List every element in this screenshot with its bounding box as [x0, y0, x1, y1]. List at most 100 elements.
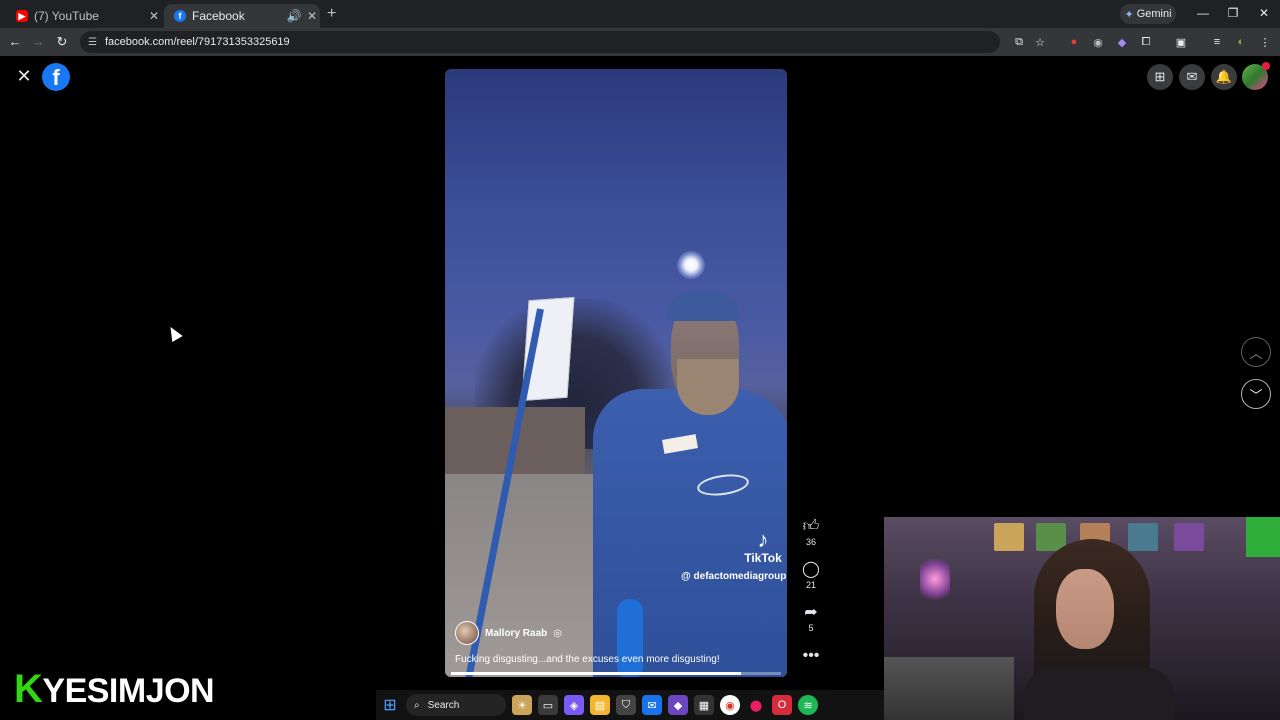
menu-grid-icon[interactable]: ⊞ [1147, 64, 1173, 90]
comment-icon: ◯ [802, 561, 820, 578]
thumbs-up-icon: 👍︎ [802, 518, 820, 535]
gemini-icon: ✦ [1124, 8, 1134, 21]
creator-name[interactable]: Mallory Raab [485, 628, 547, 639]
forward-button[interactable]: → [30, 34, 46, 49]
messenger-icon[interactable]: ✉ [1179, 64, 1205, 90]
store-icon[interactable]: ⛉ [616, 695, 636, 715]
back-button[interactable]: ← [7, 34, 23, 49]
extension-grey-icon[interactable]: ◉ [1091, 35, 1105, 49]
reel-caption: Fucking disgusting...and the excuses eve… [455, 654, 720, 665]
close-tab-icon[interactable]: ✕ [146, 9, 162, 23]
taskbar-search[interactable]: ⌕ Search [406, 694, 506, 716]
share-button[interactable]: ➦ 5 [800, 604, 822, 633]
gemini-button[interactable]: ✦ Gemini [1120, 4, 1176, 24]
creator-info[interactable]: Mallory Raab ◎ [455, 621, 562, 645]
close-window-button[interactable]: ✕ [1254, 6, 1274, 20]
close-reel-icon[interactable]: ✕ [14, 66, 34, 86]
webcam-overlay [884, 517, 1280, 720]
youtube-icon: ▶ [16, 10, 28, 22]
streamer-name-rest: YESIMJON [42, 672, 215, 710]
page: ▶ (7) YouTube ✕ f Facebook 🔊 ✕ + ✦ Gemin… [0, 0, 1280, 720]
streamer-name-overlay: KYESIMJON [14, 667, 215, 711]
chrome-icon[interactable]: ◉ [720, 695, 740, 715]
taskbar-search-label: Search [427, 699, 460, 711]
next-reel-button[interactable]: ﹀ [1241, 379, 1271, 409]
mouse-cursor-icon [165, 323, 183, 343]
bookmark-star-icon[interactable]: ☆ [1033, 35, 1047, 49]
close-tab-icon[interactable]: ✕ [304, 9, 320, 23]
tab-facebook[interactable]: f Facebook 🔊 ✕ [164, 4, 320, 28]
file-explorer-icon[interactable]: ▤ [590, 695, 610, 715]
video-progress-fill [451, 672, 742, 675]
widgets-icon[interactable]: ☀ [512, 695, 532, 715]
desk [884, 657, 1014, 720]
poster-5 [1174, 523, 1204, 551]
tiktok-brand: TikTok [744, 551, 782, 565]
streamer-shirt [1024, 667, 1174, 720]
video-person-cap [667, 291, 739, 321]
menu-icon[interactable]: ⋮ [1258, 35, 1272, 49]
tiktok-handle: @ defactomediagroup [681, 571, 787, 582]
tiktok-note-icon: ♪ [757, 527, 769, 552]
reload-button[interactable]: ↻ [54, 34, 70, 50]
url-text: facebook.com/reel/791731353325619 [104, 36, 290, 48]
app-icon[interactable]: ▦ [694, 695, 714, 715]
facebook-icon: f [174, 10, 186, 22]
chevron-up-icon: ︿ [1249, 345, 1263, 361]
streamer-name-k: K [14, 667, 43, 711]
more-dots-icon: ••• [802, 647, 820, 664]
video-glove [617, 599, 643, 677]
chevron-down-icon: ﹀ [1249, 387, 1263, 403]
video-progress-bar[interactable] [451, 672, 781, 675]
tab-youtube[interactable]: ▶ (7) YouTube ✕ [6, 4, 162, 28]
extension-red-icon[interactable]: ● [1067, 35, 1081, 49]
notifications-bell-icon[interactable]: 🔔 [1211, 64, 1237, 90]
reel-video[interactable]: ♪ TikTok @ defactomediagroup Mallory Raa… [445, 69, 787, 677]
extensions-puzzle-icon[interactable]: ⧠ [1139, 35, 1153, 49]
install-icon[interactable]: ⧉ [1012, 35, 1026, 49]
notification-dot [1262, 62, 1270, 70]
browser-toolbar: ← → ↻ ☰ facebook.com/reel/79173135332561… [0, 28, 1280, 56]
restore-button[interactable]: ❐ [1223, 6, 1243, 20]
opera-icon[interactable]: O [772, 695, 792, 715]
share-count: 5 [808, 623, 814, 633]
tab-title: Facebook [192, 9, 245, 23]
creator-avatar[interactable] [455, 621, 479, 645]
comment-count: 21 [805, 580, 816, 590]
site-info-icon[interactable]: ☰ [88, 37, 97, 48]
windows-start-icon[interactable]: ⊞ [380, 695, 400, 715]
streamer-face [1056, 569, 1114, 649]
poster-1 [994, 523, 1024, 551]
extension-purple-icon[interactable]: ◆ [1115, 35, 1129, 49]
mail-icon[interactable]: ✉ [642, 695, 662, 715]
new-tab-button[interactable]: + [327, 5, 336, 23]
previous-reel-button[interactable]: ︿ [1241, 337, 1271, 367]
sidepanel-icon[interactable]: ▣ [1174, 35, 1188, 49]
tiktok-watermark: ♪ TikTok [741, 527, 785, 566]
pin-app-icon[interactable]: ⬤ [746, 695, 766, 715]
minimize-button[interactable]: — [1193, 6, 1213, 20]
speaker-icon[interactable]: 🔊 [286, 9, 302, 23]
address-bar[interactable]: ☰ facebook.com/reel/791731353325619 [80, 31, 1000, 53]
task-view-icon[interactable]: ▭ [538, 695, 558, 715]
media-controls-icon[interactable]: ≡ [1210, 35, 1224, 49]
green-screen-edge [1246, 517, 1280, 557]
like-button[interactable]: 👍︎ 36 [800, 518, 822, 547]
like-count: 36 [805, 537, 816, 547]
poster-4 [1128, 523, 1158, 551]
tab-strip: ▶ (7) YouTube ✕ f Facebook 🔊 ✕ + ✦ Gemin… [0, 0, 1280, 28]
more-options-button[interactable]: ••• [800, 647, 822, 665]
spotify-icon[interactable]: ≋ [798, 695, 818, 715]
profile-icon[interactable]: ◐ [1234, 35, 1248, 49]
windows-taskbar: ⊞ ⌕ Search ☀ ▭ ◈ ▤ ⛉ ✉ ◆ ▦ ◉ ⬤ O ≋ [376, 690, 884, 720]
globe-icon: ◎ [553, 627, 562, 639]
share-arrow-icon: ➦ [804, 604, 818, 621]
comment-button[interactable]: ◯ 21 [800, 561, 822, 590]
account-avatar[interactable] [1242, 62, 1270, 90]
video-streetlight [677, 251, 705, 279]
tab-title: (7) YouTube [34, 9, 99, 23]
m365-icon[interactable]: ◆ [668, 695, 688, 715]
search-icon: ⌕ [414, 699, 420, 711]
copilot-icon[interactable]: ◈ [564, 695, 584, 715]
facebook-logo-icon[interactable]: f [42, 63, 70, 91]
